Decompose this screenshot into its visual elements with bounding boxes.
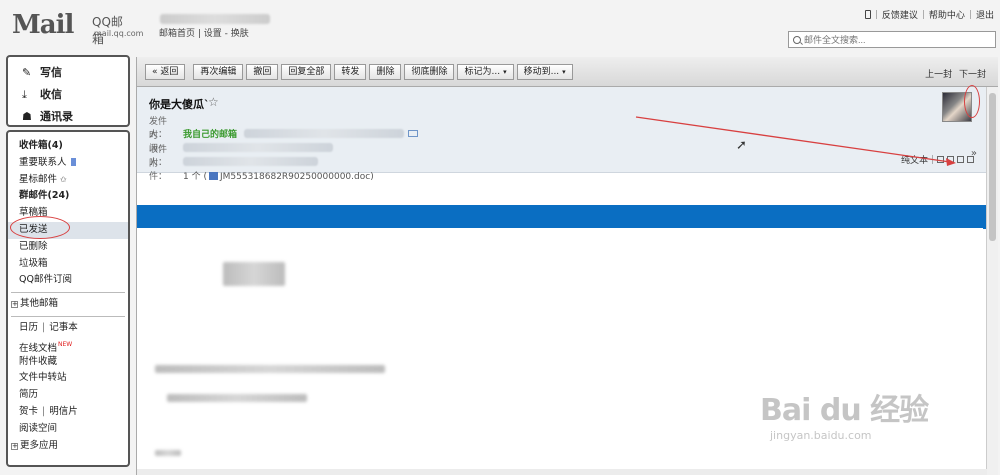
mark-as-dropdown[interactable]: 标记为... ▾	[457, 63, 514, 80]
mail-subject: 你是大傻瓜`	[149, 98, 210, 111]
app-docs[interactable]: 在线文档NEW	[8, 337, 128, 354]
vertical-scrollbar[interactable]	[986, 87, 998, 475]
folder-starred[interactable]: 星标邮件 ✩	[8, 172, 128, 189]
app-resume[interactable]: 简历	[8, 387, 128, 404]
print-icon[interactable]	[937, 156, 944, 163]
inbox-button[interactable]: ⤓ 收信	[8, 83, 128, 105]
reply-all-button[interactable]: 回复全部	[281, 63, 332, 80]
app-cards: 贺卡 | 明信片	[19, 405, 78, 417]
app-more[interactable]: + 更多应用	[8, 438, 128, 455]
app-file-transfer[interactable]: 文件中转站	[8, 370, 128, 387]
qq-mail-logo[interactable]: Mail QQ邮箱 mail.qq.com	[12, 10, 143, 46]
annotation-circle-sent	[10, 216, 70, 239]
calendar-link[interactable]: 日历	[19, 322, 38, 333]
new-window-icon[interactable]	[947, 156, 954, 163]
quick-actions-panel: ✎ 写信 ⤓ 收信 ☗ 通讯录	[6, 55, 130, 127]
contacts-button[interactable]: ☗ 通讯录	[8, 105, 128, 127]
mailbox-home-link[interactable]: 邮箱首页	[159, 29, 195, 39]
folder-inbox[interactable]: 收件箱(4)	[8, 138, 128, 155]
cards-link[interactable]: 贺卡	[19, 406, 38, 417]
body-text-blurred	[155, 450, 181, 456]
download-icon: ⤓	[22, 87, 27, 101]
notes-link[interactable]: 记事本	[49, 322, 78, 333]
body-text-blurred	[167, 394, 307, 402]
forward-button[interactable]: 转发	[334, 63, 367, 80]
folder-trash[interactable]: 垃圾箱	[8, 256, 128, 273]
reader-tools: 纯文本 |	[901, 153, 974, 166]
search-input[interactable]	[804, 34, 984, 45]
mail-search[interactable]	[788, 31, 996, 48]
horizontal-scrollbar[interactable]	[137, 469, 987, 475]
logout-link[interactable]: 退出	[976, 8, 994, 21]
annotation-circle-expand	[964, 85, 980, 118]
body-text-blurred	[155, 365, 385, 373]
divider	[11, 315, 125, 317]
mail-header: 你是大傻瓜` ☆ 发件人： 我自己的邮箱 时 间： 收件人： 附 件： 1 个 (J…	[137, 87, 998, 182]
recall-button[interactable]: 撤回	[246, 63, 279, 80]
double-chevron-down-icon[interactable]: »	[971, 148, 977, 159]
search-icon	[793, 35, 801, 44]
help-link[interactable]: 帮助中心	[929, 8, 965, 21]
settings-link[interactable]: 设置	[204, 29, 222, 39]
header-links: 邮箱首页 | 设置 - 换肤	[159, 29, 249, 39]
app-calendar-notes: 日历 | 记事本	[19, 321, 78, 333]
mail-banner	[137, 205, 998, 229]
folder-other-mailboxes[interactable]: + 其他邮箱	[8, 296, 128, 313]
chevron-down-icon: ▾	[503, 67, 507, 76]
new-badge: NEW	[58, 340, 73, 348]
pencil-icon: ✎	[22, 65, 32, 79]
permanent-delete-button[interactable]: 彻底删除	[404, 63, 455, 80]
top-right-links: | 反馈建议 | 帮助中心 | 退出	[864, 8, 994, 21]
bookmark-icon	[70, 157, 76, 166]
star-icon: ✩	[60, 174, 67, 184]
attachment-row: 附 件： 1 个 (JM555318682R90250000000.doc)	[149, 159, 374, 182]
folder-group[interactable]: 群邮件(24)	[8, 188, 128, 205]
logo-text: Mail	[12, 10, 74, 40]
reedit-button[interactable]: 再次编辑	[193, 63, 244, 80]
expand-plus-icon: +	[11, 441, 18, 450]
app-attachments[interactable]: 附件收藏	[8, 354, 128, 371]
prev-mail-link[interactable]: 上一封	[925, 70, 952, 80]
folder-subscribe[interactable]: QQ邮件订阅	[8, 272, 128, 289]
compose-button[interactable]: ✎ 写信	[8, 61, 128, 83]
logo-domain: mail.qq.com	[94, 29, 144, 38]
mail-nav: 上一封 下一封	[921, 67, 986, 80]
plain-text-link[interactable]: 纯文本	[901, 153, 928, 166]
folder-deleted[interactable]: 已删除	[8, 239, 128, 256]
attachment-link[interactable]: JM555318682R90250000000.doc	[220, 172, 370, 182]
mail-toolbar: « 返回 再次编辑 撤回 回复全部 转发 删除 彻底删除 标记为... ▾ 移动到…	[137, 57, 998, 87]
vcard-icon[interactable]	[407, 130, 418, 137]
next-mail-link[interactable]: 下一封	[959, 70, 986, 80]
skin-link[interactable]: 换肤	[231, 29, 249, 39]
lock-icon[interactable]	[957, 156, 964, 163]
baidu-watermark: Bai du 经验 jingyan.baidu.com	[760, 393, 929, 442]
app-reading[interactable]: 阅读空间	[8, 421, 128, 438]
postcards-link[interactable]: 明信片	[49, 406, 78, 417]
expand-plus-icon: +	[11, 300, 18, 309]
mouse-cursor-icon: ➚	[736, 138, 747, 153]
phone-icon[interactable]	[864, 10, 871, 19]
delete-button[interactable]: 删除	[369, 63, 402, 80]
divider	[11, 292, 125, 294]
back-button[interactable]: « 返回	[145, 63, 186, 80]
word-doc-icon	[208, 172, 218, 180]
contacts-icon: ☗	[22, 109, 32, 123]
scroll-thumb[interactable]	[989, 93, 996, 241]
star-icon[interactable]: ☆	[208, 95, 219, 109]
chevron-down-icon: ▾	[562, 67, 566, 76]
feedback-link[interactable]: 反馈建议	[882, 8, 918, 21]
account-name-blurred	[160, 14, 270, 24]
folder-list: 收件箱(4) 重要联系人 星标邮件 ✩ 群邮件(24) 草稿箱 已发送 已删除 垃…	[6, 130, 130, 467]
move-to-dropdown[interactable]: 移动到... ▾	[516, 63, 573, 80]
body-text-blurred	[223, 262, 285, 286]
folder-important[interactable]: 重要联系人	[8, 155, 128, 172]
